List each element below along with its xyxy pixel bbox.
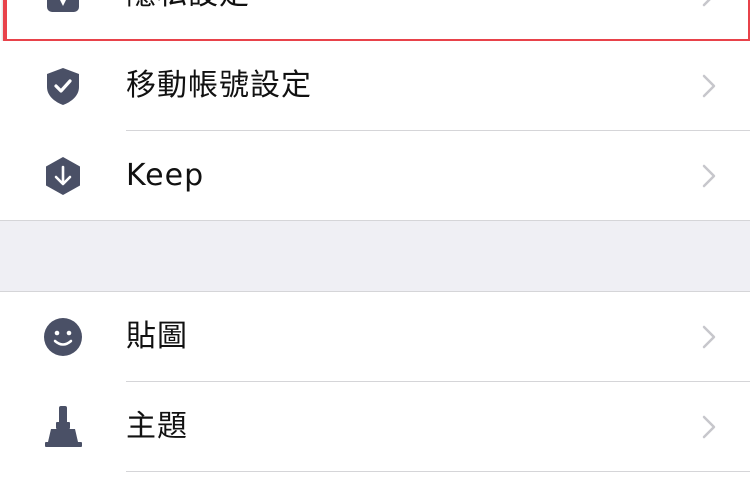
chevron-right-icon <box>702 325 716 349</box>
highlight-box <box>3 0 750 43</box>
section-gap <box>0 221 750 291</box>
settings-item-label: 主題 <box>126 409 188 444</box>
settings-item-themes[interactable]: 主題 <box>0 382 750 472</box>
separator <box>126 471 750 472</box>
settings-item-account-transfer[interactable]: 移動帳號設定 <box>0 41 750 131</box>
chevron-right-icon <box>702 164 716 188</box>
settings-item-stickers[interactable]: 貼圖 <box>0 292 750 382</box>
settings-item-label: Keep <box>126 158 205 193</box>
settings-screen: 隱私設定 移動帳號設定 Keep <box>0 0 750 480</box>
chevron-right-icon <box>702 74 716 98</box>
paint-brush-icon <box>45 406 82 447</box>
settings-item-label: 貼圖 <box>126 319 188 354</box>
smiley-icon <box>44 318 82 356</box>
settings-item-keep[interactable]: Keep <box>0 131 750 221</box>
settings-item-label: 移動帳號設定 <box>126 68 312 103</box>
chevron-right-icon <box>702 415 716 439</box>
keep-icon <box>46 157 80 195</box>
shield-check-icon <box>47 68 79 105</box>
